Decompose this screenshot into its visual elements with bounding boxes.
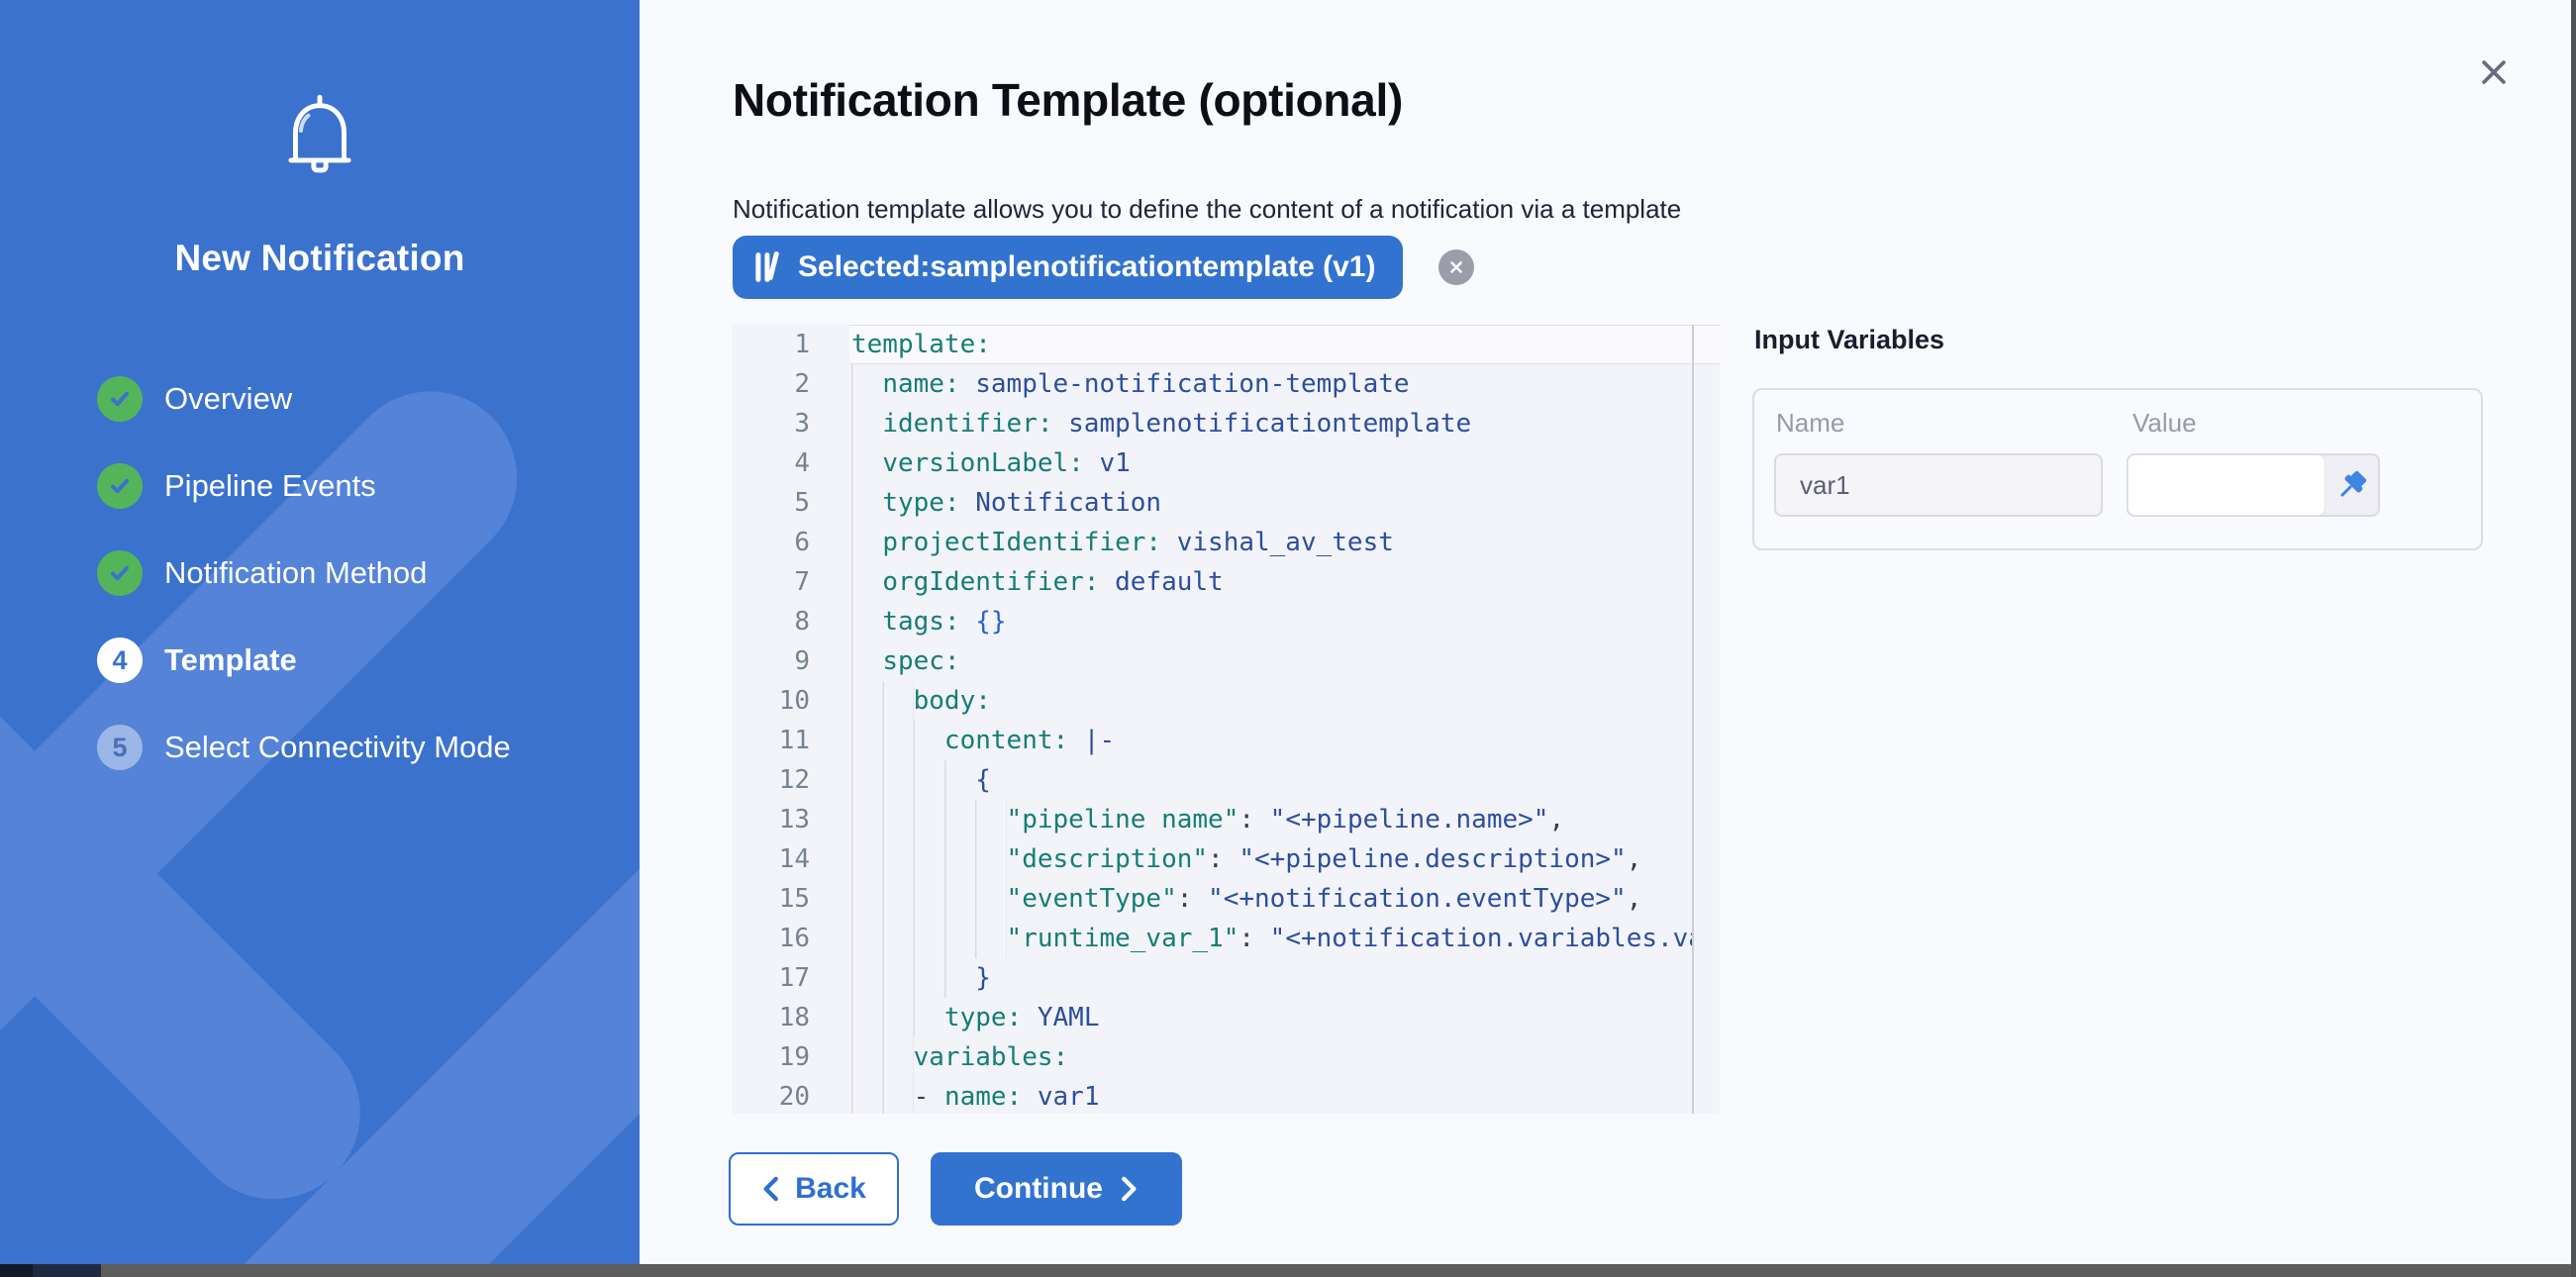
step-number-badge: 5 — [97, 725, 143, 770]
continue-button-label: Continue — [974, 1172, 1103, 1206]
step-check-icon — [97, 550, 143, 596]
line-number: 11 — [733, 721, 810, 760]
code-line: type: Notification — [851, 483, 1161, 523]
code-line: spec: — [851, 641, 960, 681]
code-line: projectIdentifier: vishal_av_test — [851, 523, 1394, 562]
line-number: 2 — [733, 364, 810, 404]
line-number: 8 — [733, 602, 810, 641]
code-line: body: — [851, 681, 991, 721]
code-line: identifier: samplenotificationtemplate — [851, 404, 1471, 443]
code-line: "eventType": "<+notification.eventType>"… — [851, 879, 1641, 919]
line-number: 1 — [733, 325, 810, 364]
sidebar-step-select-connectivity-mode[interactable]: 5 Select Connectivity Mode — [97, 725, 511, 770]
line-number: 9 — [733, 641, 810, 681]
new-notification-modal: New Notification Overview Pipeline Events… — [0, 0, 2576, 1277]
sidebar-step-template[interactable]: 4 Template — [97, 638, 511, 683]
line-number: 15 — [733, 879, 810, 919]
bell-icon — [274, 91, 365, 190]
step-number-badge: 4 — [97, 638, 143, 683]
code-line: tags: {} — [851, 602, 1007, 641]
value-column-label: Value — [2132, 408, 2197, 439]
step-check-icon — [97, 376, 143, 422]
step-label: Template — [164, 642, 297, 678]
code-line: variables: — [851, 1037, 1068, 1077]
line-number: 7 — [733, 562, 810, 602]
yaml-editor[interactable]: 1234567891011121314151617181920 template… — [733, 325, 1720, 1114]
code-line: { — [851, 760, 991, 800]
wizard-sidebar: New Notification Overview Pipeline Events… — [0, 0, 640, 1264]
wizard-steps: Overview Pipeline Events Notification Meth… — [97, 376, 511, 812]
code-line: name: sample-notification-template — [851, 364, 1410, 404]
line-number: 14 — [733, 839, 810, 879]
variable-value-input[interactable] — [2128, 454, 2326, 516]
code-line: "pipeline name": "<+pipeline.name>", — [851, 800, 1564, 839]
code-line: "runtime_var_1": "<+notification.variabl… — [851, 919, 1692, 958]
line-number: 20 — [733, 1077, 810, 1117]
line-number: 3 — [733, 404, 810, 443]
editor-code: template: name: sample-notification-temp… — [851, 325, 1692, 1114]
taskbar-strip — [0, 1264, 2576, 1277]
code-line: type: YAML — [851, 998, 1099, 1037]
sidebar-step-notification-method[interactable]: Notification Method — [97, 550, 511, 596]
code-line: } — [851, 958, 991, 998]
page-title: Notification Template (optional) — [733, 73, 1403, 127]
line-number: 13 — [733, 800, 810, 839]
variable-name-input[interactable] — [1774, 453, 2103, 517]
code-line: orgIdentifier: default — [851, 562, 1224, 602]
step-label: Notification Method — [164, 555, 427, 591]
step-check-icon — [97, 463, 143, 509]
chevron-right-icon — [1121, 1176, 1139, 1202]
page-description: Notification template allows you to defi… — [733, 194, 1681, 225]
code-line: template: — [851, 325, 991, 364]
input-variables-title: Input Variables — [1754, 325, 1944, 355]
name-column-label: Name — [1776, 408, 1844, 439]
window-edge-strip — [2571, 0, 2576, 1277]
code-line: content: |- — [851, 721, 1115, 760]
back-button[interactable]: Back — [729, 1152, 899, 1226]
line-number: 4 — [733, 443, 810, 483]
continue-button[interactable]: Continue — [931, 1152, 1182, 1226]
editor-scrollbar-track — [1692, 325, 1694, 1114]
input-variables-card: Name Value — [1752, 388, 2483, 550]
runtime-input-pin-icon[interactable] — [2330, 465, 2372, 507]
template-library-icon — [754, 250, 784, 284]
wizard-title: New Notification — [0, 238, 640, 279]
line-number: 16 — [733, 919, 810, 958]
line-number: 5 — [733, 483, 810, 523]
line-number: 10 — [733, 681, 810, 721]
step-label: Select Connectivity Mode — [164, 730, 511, 765]
close-icon[interactable] — [2469, 48, 2519, 97]
chevron-left-icon — [761, 1176, 779, 1202]
line-number: 18 — [733, 998, 810, 1037]
selected-template-label: Selected:samplenotificationtemplate (v1) — [798, 250, 1375, 284]
code-line: - name: var1 — [851, 1077, 1100, 1114]
line-number: 6 — [733, 523, 810, 562]
step-label: Pipeline Events — [164, 468, 376, 504]
sidebar-step-overview[interactable]: Overview — [97, 376, 511, 422]
code-line: "description": "<+pipeline.description>"… — [851, 839, 1641, 879]
back-button-label: Back — [795, 1172, 866, 1206]
line-number: 12 — [733, 760, 810, 800]
step-label: Overview — [164, 381, 292, 417]
remove-template-icon[interactable] — [1438, 249, 1474, 285]
sidebar-step-pipeline-events[interactable]: Pipeline Events — [97, 463, 511, 509]
code-line: versionLabel: v1 — [851, 443, 1131, 483]
variable-value-field — [2127, 453, 2380, 517]
selected-template-chip[interactable]: Selected:samplenotificationtemplate (v1) — [733, 236, 1403, 299]
line-number: 17 — [733, 958, 810, 998]
line-number: 19 — [733, 1037, 810, 1077]
